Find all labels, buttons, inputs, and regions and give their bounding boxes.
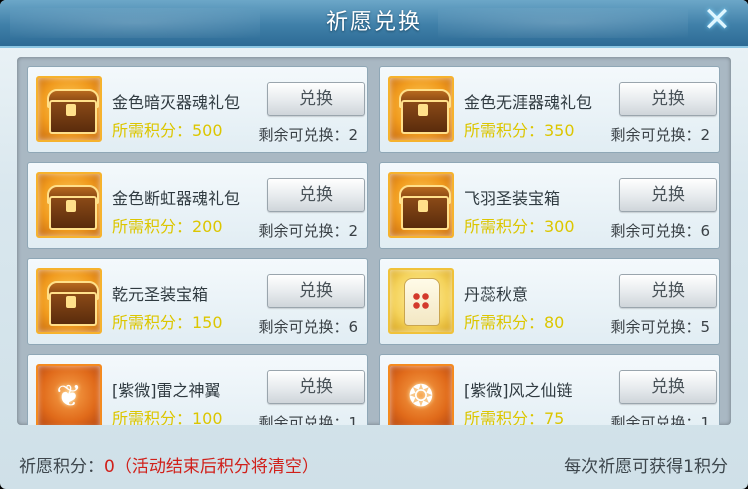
necklace-icon: ❂: [388, 364, 454, 425]
item-name: 乾元圣装宝箱: [112, 285, 209, 304]
item-name: 金色断虹器魂礼包: [112, 189, 241, 208]
item-remaining: 剩余可兑换：1: [610, 414, 710, 425]
wish-exchange-window: 祈愿兑换 ✕ 金色暗灭器魂礼包 所需积分：500 剩余可兑换：2 兑换 金色无涯…: [0, 0, 748, 489]
exchange-button[interactable]: 兑换: [619, 274, 717, 308]
item-name: 丹蕊秋意: [464, 285, 529, 304]
treasure-chest-icon: [36, 172, 102, 238]
robe-icon: [388, 268, 454, 334]
treasure-chest-icon: [388, 76, 454, 142]
item-cost: 所需积分：350: [464, 121, 575, 140]
window-title: 祈愿兑换: [325, 10, 422, 35]
exchange-item: 乾元圣装宝箱 所需积分：150 剩余可兑换：6 兑换: [27, 258, 368, 345]
item-cost: 所需积分：150: [112, 313, 223, 332]
treasure-chest-icon: [388, 172, 454, 238]
exchange-button[interactable]: 兑换: [619, 82, 717, 116]
exchange-item: ❦ [紫微]雷之神翼 所需积分：100 剩余可兑换：1 兑换: [27, 354, 368, 425]
item-name: 飞羽圣装宝箱: [464, 189, 561, 208]
wish-points-value: 0: [104, 457, 115, 477]
item-remaining: 剩余可兑换：2: [258, 222, 358, 240]
item-remaining: 剩余可兑换：2: [610, 126, 710, 144]
exchange-button[interactable]: 兑换: [619, 178, 717, 212]
wish-points-status: 祈愿积分：0（活动结束后积分将清空）: [19, 452, 319, 477]
exchange-item: 金色无涯器魂礼包 所需积分：350 剩余可兑换：2 兑换: [379, 66, 720, 153]
item-cost: 所需积分：100: [112, 409, 223, 425]
wings-icon: ❦: [36, 364, 102, 425]
item-cost: 所需积分：300: [464, 217, 575, 236]
item-cost: 所需积分：75: [464, 409, 565, 425]
close-icon[interactable]: ✕: [700, 3, 734, 38]
item-remaining: 剩余可兑换：2: [258, 126, 358, 144]
item-name: 金色暗灭器魂礼包: [112, 93, 241, 112]
exchange-button[interactable]: 兑换: [267, 274, 365, 308]
exchange-item: 丹蕊秋意 所需积分：80 剩余可兑换：5 兑换: [379, 258, 720, 345]
exchange-button[interactable]: 兑换: [267, 370, 365, 404]
item-name: [紫微]雷之神翼: [112, 381, 221, 400]
exchange-item: 金色暗灭器魂礼包 所需积分：500 剩余可兑换：2 兑换: [27, 66, 368, 153]
exchange-item: ❂ [紫微]风之仙链 所需积分：75 剩余可兑换：1 兑换: [379, 354, 720, 425]
treasure-chest-icon: [36, 76, 102, 142]
treasure-chest-icon: [36, 268, 102, 334]
item-cost: 所需积分：500: [112, 121, 223, 140]
item-remaining: 剩余可兑换：1: [258, 414, 358, 425]
item-remaining: 剩余可兑换：6: [610, 222, 710, 240]
exchange-list[interactable]: 金色暗灭器魂礼包 所需积分：500 剩余可兑换：2 兑换 金色无涯器魂礼包 所需…: [17, 57, 731, 425]
exchange-item: 金色断虹器魂礼包 所需积分：200 剩余可兑换：2 兑换: [27, 162, 368, 249]
item-remaining: 剩余可兑换：6: [258, 318, 358, 336]
title-bar: 祈愿兑换 ✕: [0, 0, 748, 48]
item-name: [紫微]风之仙链: [464, 381, 573, 400]
exchange-item: 飞羽圣装宝箱 所需积分：300 剩余可兑换：6 兑换: [379, 162, 720, 249]
per-wish-info: 每次祈愿可获得1积分: [564, 457, 728, 477]
item-cost: 所需积分：80: [464, 313, 565, 332]
item-cost: 所需积分：200: [112, 217, 223, 236]
item-name: 金色无涯器魂礼包: [464, 93, 593, 112]
wish-points-label: 祈愿积分：: [19, 457, 104, 477]
exchange-button[interactable]: 兑换: [619, 370, 717, 404]
exchange-button[interactable]: 兑换: [267, 178, 365, 212]
item-remaining: 剩余可兑换：5: [610, 318, 710, 336]
exchange-button[interactable]: 兑换: [267, 82, 365, 116]
wish-points-note: （活动结束后积分将清空）: [114, 457, 319, 477]
